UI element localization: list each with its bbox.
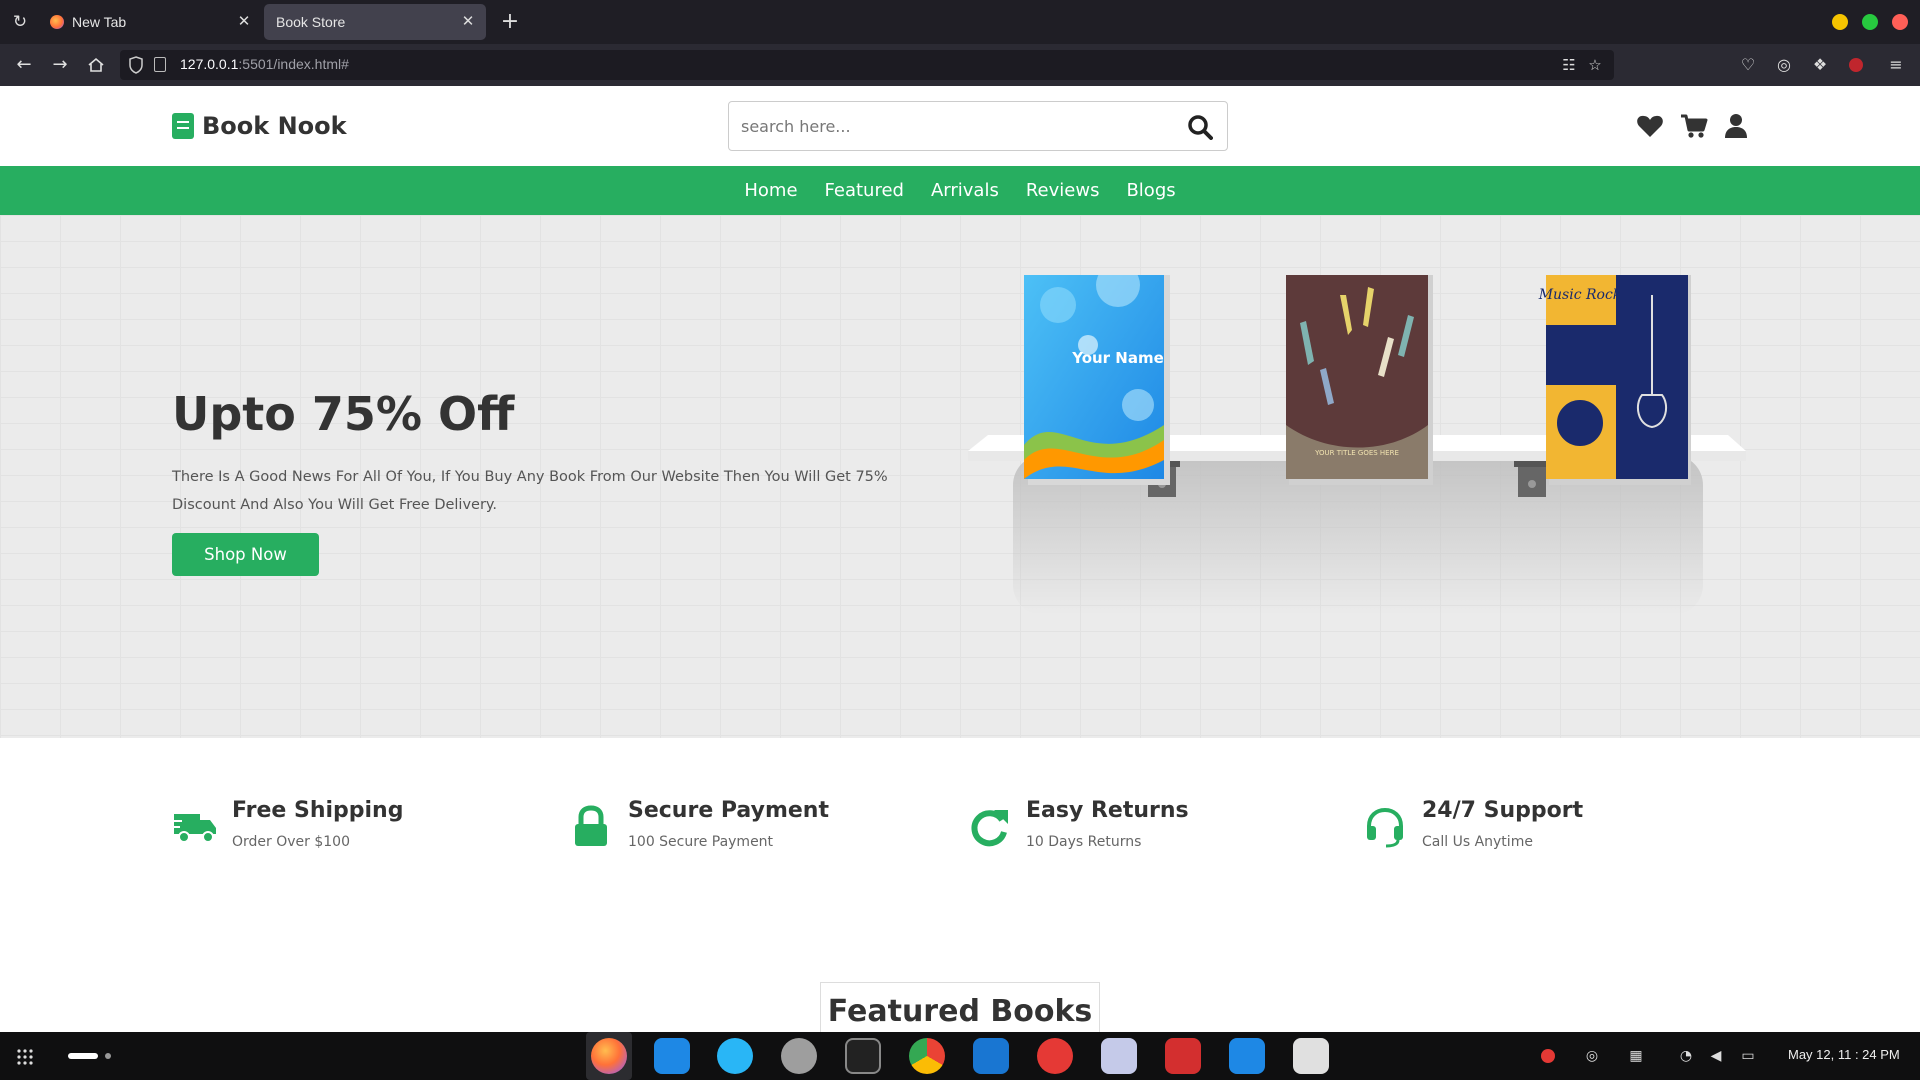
url-path: :5501/index.html# (238, 56, 349, 72)
browser-app-icon[interactable] (717, 1038, 753, 1074)
battery-icon[interactable]: ▭ (1738, 1046, 1758, 1066)
minimize-button[interactable] (1832, 14, 1848, 30)
tab-book-store[interactable]: Book Store ✕ (264, 4, 486, 40)
pocket-icon[interactable]: ♡ (1736, 53, 1760, 77)
terminal-app-icon[interactable] (845, 1038, 881, 1074)
heart-icon[interactable] (1636, 112, 1664, 140)
wifi-icon[interactable]: ◔ (1676, 1046, 1696, 1066)
book-cover-text: Music Rock (1538, 287, 1622, 303)
book-cover-hands[interactable]: YOUR TITLE GOES HERE (1286, 255, 1433, 485)
feature-subtitle: Order Over $100 (232, 834, 350, 850)
nav-featured[interactable]: Featured (825, 180, 904, 201)
site-logo[interactable]: Book Nook (172, 110, 347, 142)
back-icon[interactable]: ← (12, 53, 36, 77)
url-text[interactable]: 127.0.0.1:5501/index.html# (180, 56, 349, 72)
firefox-icon (50, 15, 64, 29)
web-page: Book Nook Home Featured Arrivals Rev (0, 86, 1920, 1032)
hero-description: There Is A Good News For All Of You, If … (172, 469, 888, 513)
nav-blogs[interactable]: Blogs (1126, 180, 1175, 201)
logo-text: Book Nook (202, 112, 347, 140)
tab-label: Book Store (276, 14, 346, 30)
text-editor-app-icon[interactable] (1101, 1038, 1137, 1074)
pdf-reader-app-icon[interactable] (1165, 1038, 1201, 1074)
features-section: Free Shipping Order Over $100 Secure Pay… (0, 738, 1920, 938)
volume-icon[interactable]: ◀ (1706, 1046, 1726, 1066)
close-tab-icon[interactable]: ✕ (458, 12, 478, 32)
reader-view-icon[interactable]: ☷ (1560, 56, 1578, 74)
close-tab-icon[interactable]: ✕ (234, 12, 254, 32)
reload-icon[interactable]: ↻ (10, 12, 30, 32)
nav-reviews[interactable]: Reviews (1026, 180, 1100, 201)
workspace-indicator[interactable] (105, 1053, 111, 1059)
book-cover-music[interactable]: Music Rock (1538, 255, 1691, 485)
book-icon (172, 113, 194, 139)
compass-icon[interactable]: ◎ (1582, 1046, 1602, 1066)
notes-app-icon[interactable] (1293, 1038, 1329, 1074)
search-icon[interactable] (1187, 114, 1213, 140)
feature-title: Easy Returns (1026, 798, 1189, 823)
main-navigation: Home Featured Arrivals Reviews Blogs (0, 166, 1920, 215)
bookmark-star-icon[interactable]: ☆ (1586, 56, 1604, 74)
shop-now-button[interactable]: Shop Now (172, 533, 319, 576)
browser-tab-bar: ↻ New Tab ✕ Book Store ✕ + (0, 0, 1920, 44)
url-host: 127.0.0.1 (180, 56, 239, 72)
settings-app-icon[interactable] (781, 1038, 817, 1074)
layout-icon[interactable]: ▦ (1626, 1046, 1646, 1066)
book-cover-text: YOUR TITLE GOES HERE (1314, 449, 1399, 457)
featured-books-heading: Featured Books (820, 982, 1100, 1032)
cart-icon[interactable] (1680, 112, 1708, 140)
browser-nav-bar: ← → 127.0.0.1:5501/index.html# ☷ ☆ ♡ ◎ ❖… (0, 44, 1920, 86)
feature-title: 24/7 Support (1422, 798, 1584, 823)
tab-new-tab[interactable]: New Tab ✕ (40, 4, 262, 40)
nav-arrivals[interactable]: Arrivals (931, 180, 999, 201)
firefox-app-icon[interactable] (591, 1038, 627, 1074)
files-app-icon[interactable] (654, 1038, 690, 1074)
search-box (728, 101, 1228, 151)
book-cover-text: Your Name (1071, 349, 1164, 367)
media-player-app-icon[interactable] (1037, 1038, 1073, 1074)
os-taskbar: ◎ ▦ ◔ ◀ ▭ May 12, 11 : 24 PM (0, 1032, 1920, 1080)
headset-icon (1367, 807, 1403, 848)
book-shelf: Your Name YOUR TITLE GOES HERE Music Roc… (968, 255, 1748, 695)
redo-icon (971, 810, 1008, 847)
lock-icon (575, 805, 607, 846)
forward-icon[interactable]: → (48, 53, 72, 77)
book-cover-your-name[interactable]: Your Name (1024, 255, 1170, 485)
nav-home[interactable]: Home (744, 180, 797, 201)
github-app-icon[interactable] (1229, 1038, 1265, 1074)
vscode-app-icon[interactable] (973, 1038, 1009, 1074)
hero-title: Upto 75% Off (172, 387, 515, 441)
page-icon (154, 57, 166, 72)
account-icon[interactable]: ◎ (1772, 53, 1796, 77)
maximize-button[interactable] (1862, 14, 1878, 30)
shield-icon[interactable] (128, 56, 144, 74)
chrome-app-icon[interactable] (909, 1038, 945, 1074)
feature-title: Free Shipping (232, 798, 404, 823)
menu-icon[interactable]: ≡ (1884, 53, 1908, 77)
feature-subtitle: 100 Secure Payment (628, 834, 774, 850)
workspace-indicator-active[interactable] (68, 1053, 98, 1059)
hero-section: Upto 75% Off There Is A Good News For Al… (0, 215, 1920, 738)
clock[interactable]: May 12, 11 : 24 PM (1788, 1047, 1900, 1062)
extensions-icon[interactable]: ❖ (1808, 53, 1832, 77)
tab-label: New Tab (72, 14, 127, 30)
ublock-icon[interactable] (1844, 53, 1868, 77)
user-icon[interactable] (1722, 112, 1750, 140)
app-grid-icon[interactable] (16, 1048, 34, 1066)
truck-icon (172, 814, 216, 843)
search-input[interactable] (741, 112, 1161, 140)
feature-title: Secure Payment (628, 798, 829, 823)
screen-record-icon[interactable] (1538, 1046, 1558, 1066)
site-header: Book Nook (0, 86, 1920, 166)
address-bar[interactable]: 127.0.0.1:5501/index.html# ☷ ☆ (120, 50, 1614, 80)
home-icon[interactable] (84, 53, 108, 77)
close-window-button[interactable] (1892, 14, 1908, 30)
feature-subtitle: Call Us Anytime (1422, 834, 1533, 850)
new-tab-button[interactable]: + (498, 10, 522, 34)
feature-subtitle: 10 Days Returns (1026, 834, 1142, 850)
